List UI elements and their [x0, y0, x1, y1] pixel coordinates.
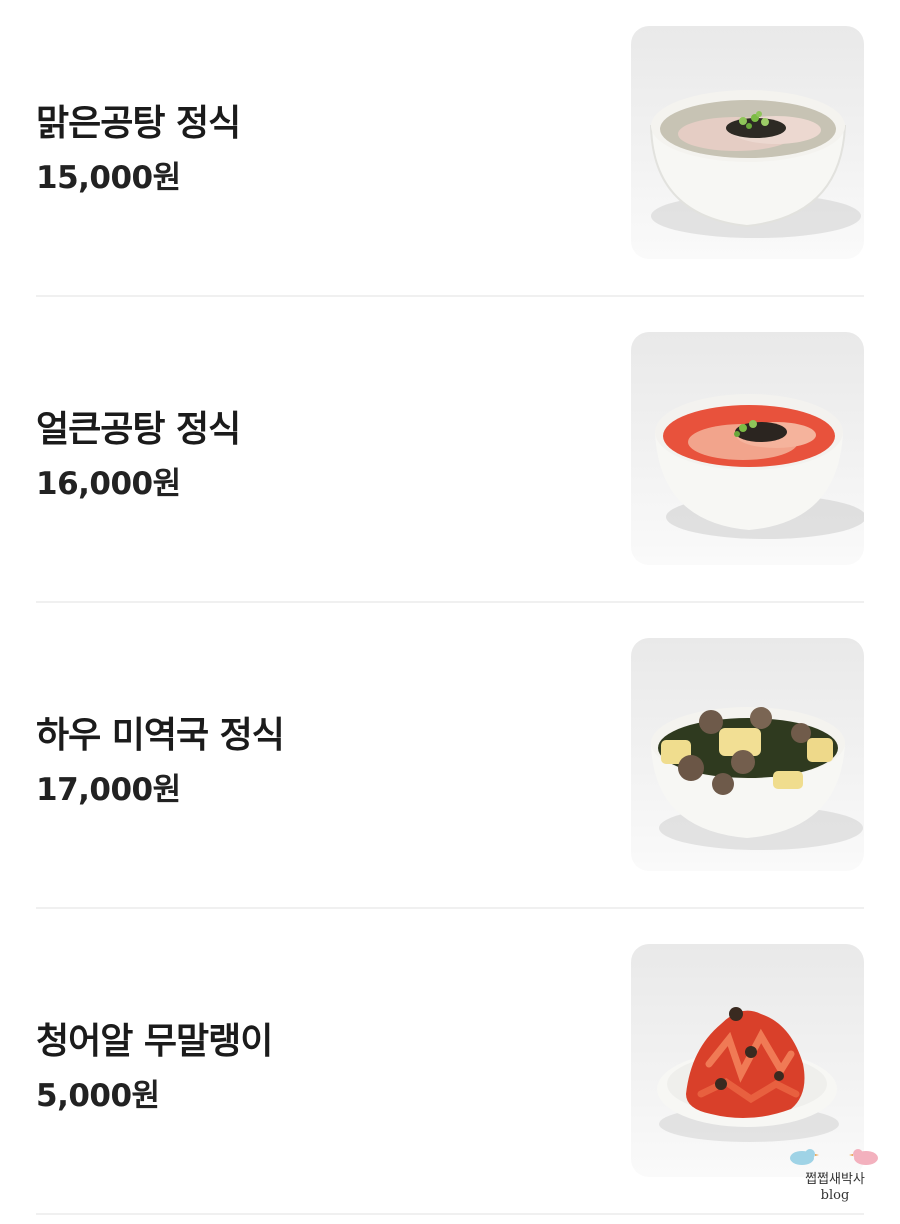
menu-item-image[interactable] [631, 332, 864, 565]
menu-list: 맑은공탕 정식 15,000원 얼큰공탕 정식 16,000원 하우 미역국 정… [0, 0, 900, 1222]
menu-item-name: 청어알 무말랭이 [36, 1021, 273, 1062]
menu-item-name: 맑은공탕 정식 [36, 103, 241, 144]
divider [36, 907, 864, 909]
menu-item-price: 15,000원 [36, 160, 181, 196]
menu-item-image[interactable] [631, 944, 864, 1177]
menu-item-image[interactable] [631, 26, 864, 259]
menu-item[interactable]: 하우 미역국 정식 17,000원 [0, 612, 900, 918]
bird-icon [790, 1149, 819, 1165]
divider [36, 295, 864, 297]
divider [36, 1213, 864, 1215]
menu-item-price: 17,000원 [36, 772, 181, 808]
menu-item[interactable]: 맑은공탕 정식 15,000원 [0, 0, 900, 306]
menu-item[interactable]: 청어알 무말랭이 5,000원 [0, 918, 900, 1224]
menu-item-price: 5,000원 [36, 1078, 160, 1114]
bird-icon [849, 1149, 878, 1165]
menu-item-name: 얼큰공탕 정식 [36, 409, 241, 450]
divider [36, 601, 864, 603]
menu-item-image[interactable] [631, 638, 864, 871]
menu-item-price: 16,000원 [36, 466, 181, 502]
blog-watermark: 쩝쩝새박사 blog [780, 1146, 890, 1208]
menu-item[interactable]: 얼큰공탕 정식 16,000원 [0, 306, 900, 612]
watermark-subtitle: blog [820, 1188, 850, 1203]
menu-item-name: 하우 미역국 정식 [36, 715, 285, 756]
watermark-title: 쩝쩝새박사 [805, 1172, 865, 1187]
